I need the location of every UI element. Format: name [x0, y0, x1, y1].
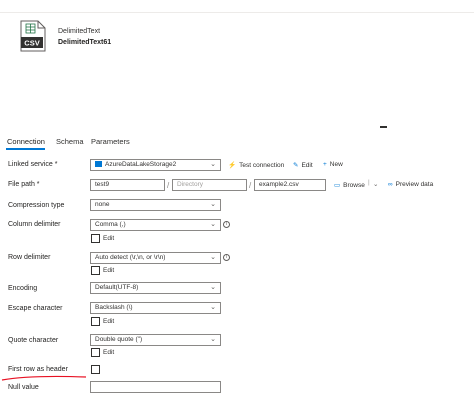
browse-button[interactable]: ▭ Browse	[334, 181, 365, 189]
path-separator: /	[167, 181, 170, 190]
browse-label: Browse	[343, 182, 365, 189]
compression-type-value: none	[95, 201, 110, 208]
linked-service-label: Linked service *	[8, 161, 58, 168]
file-name-input[interactable]: example2.csv	[254, 179, 326, 191]
quote-character-value: Double quote (")	[95, 336, 143, 343]
plus-icon: +	[323, 161, 327, 168]
escape-character-value: Backslash (\)	[95, 304, 133, 311]
info-icon[interactable]: i	[223, 254, 230, 261]
test-connection-label: Test connection	[239, 162, 285, 169]
path-separator: /	[249, 181, 252, 190]
chevron-down-icon: ⌄	[210, 221, 216, 228]
column-delimiter-label: Column delimiter	[8, 221, 61, 228]
header-divider	[0, 12, 474, 13]
chevron-down-icon: ⌄	[210, 336, 216, 343]
encoding-value: Default(UTF-8)	[95, 284, 139, 291]
compression-type-label: Compression type	[8, 202, 65, 209]
column-delimiter-select[interactable]: Comma (,) ⌄	[90, 219, 221, 231]
column-delimiter-edit-checkbox[interactable]	[91, 234, 100, 243]
new-linked-service-button[interactable]: + New	[323, 161, 343, 168]
csv-icon-text: CSV	[24, 39, 39, 48]
test-connection-button[interactable]: ⚡ Test connection	[228, 161, 284, 169]
encoding-select[interactable]: Default(UTF-8) ⌄	[90, 282, 221, 294]
null-value-label: Null value	[8, 384, 39, 391]
preview-label: Preview data	[395, 181, 434, 188]
edit-label: Edit	[301, 162, 313, 169]
chevron-down-icon: ⌄	[210, 284, 216, 291]
separator: |	[368, 179, 370, 186]
quote-character-select[interactable]: Double quote (") ⌄	[90, 334, 221, 346]
container-input[interactable]: test9	[90, 179, 165, 191]
escape-character-select[interactable]: Backslash (\) ⌄	[90, 302, 221, 314]
directory-input[interactable]: Directory	[172, 179, 247, 191]
null-value-input[interactable]	[90, 381, 221, 393]
escape-character-label: Escape character	[8, 305, 63, 312]
escape-character-edit-label: Edit	[103, 318, 115, 325]
chevron-down-icon: ⌄	[210, 304, 216, 311]
quote-character-edit-label: Edit	[103, 349, 115, 356]
row-delimiter-edit-label: Edit	[103, 267, 115, 274]
quote-character-label: Quote character	[8, 337, 59, 344]
first-row-header-label: First row as header	[8, 366, 68, 373]
scroll-handle[interactable]	[380, 126, 387, 128]
preview-data-button[interactable]: ∞ Preview data	[388, 181, 433, 188]
linked-service-value: AzureDataLakeStorage2	[105, 161, 177, 168]
column-delimiter-value: Comma (,)	[95, 221, 126, 228]
chevron-down-icon: ⌄	[210, 161, 216, 168]
column-delimiter-edit-label: Edit	[103, 235, 115, 242]
compression-type-select[interactable]: none ⌄	[90, 199, 221, 211]
folder-icon: ▭	[334, 182, 341, 189]
info-icon[interactable]: i	[223, 221, 230, 228]
plug-icon: ⚡	[228, 162, 237, 169]
storage-icon	[95, 161, 102, 167]
row-delimiter-edit-checkbox[interactable]	[91, 266, 100, 275]
edit-linked-service-button[interactable]: ✎ Edit	[293, 161, 313, 169]
new-label: New	[329, 161, 343, 168]
pencil-icon: ✎	[293, 162, 299, 169]
dataset-type: DelimitedText	[58, 28, 101, 35]
file-path-label: File path *	[8, 181, 40, 188]
red-underline-annotation	[1, 375, 87, 381]
escape-character-edit-checkbox[interactable]	[91, 317, 100, 326]
row-delimiter-value: Auto detect (\r,\n, or \r\n)	[95, 254, 166, 261]
row-delimiter-select[interactable]: Auto detect (\r,\n, or \r\n) ⌄	[90, 252, 221, 264]
quote-character-edit-checkbox[interactable]	[91, 348, 100, 357]
linked-service-select[interactable]: AzureDataLakeStorage2 ⌄	[90, 159, 221, 171]
tab-schema[interactable]: Schema	[56, 137, 84, 146]
tab-connection[interactable]: Connection	[7, 137, 45, 146]
tab-parameters[interactable]: Parameters	[91, 137, 130, 146]
directory-placeholder: Directory	[177, 181, 204, 188]
first-row-header-checkbox[interactable]	[91, 365, 100, 374]
glasses-icon: ∞	[388, 181, 393, 188]
encoding-label: Encoding	[8, 285, 38, 292]
row-delimiter-label: Row delimiter	[8, 254, 51, 261]
chevron-down-icon: ⌄	[210, 254, 216, 261]
dataset-name[interactable]: DelimitedText61	[58, 39, 111, 46]
csv-file-icon: CSV	[20, 20, 46, 52]
active-tab-indicator	[6, 148, 45, 150]
chevron-down-icon: ⌄	[210, 201, 216, 208]
browse-chevron-down-icon[interactable]: ⌄	[373, 180, 378, 188]
